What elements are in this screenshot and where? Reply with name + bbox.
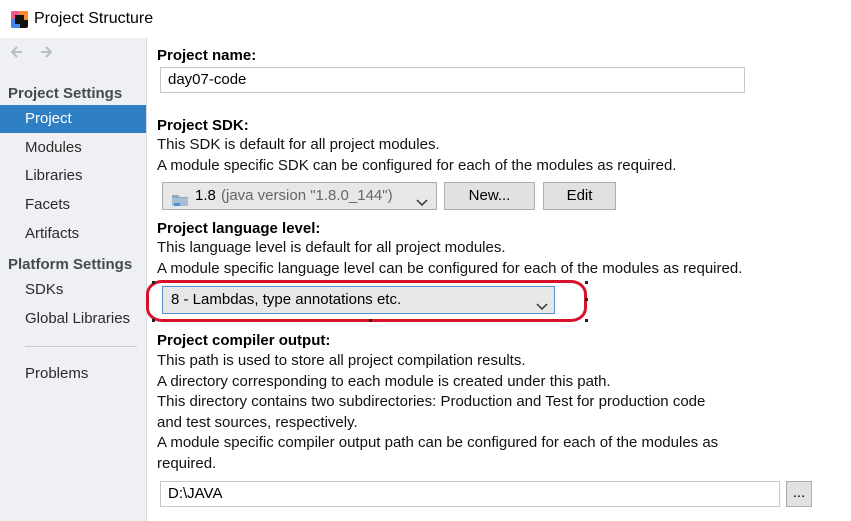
project-sdk-desc-1: This SDK is default for all project modu… bbox=[157, 136, 440, 153]
compiler-output-line-6: required. bbox=[157, 455, 217, 472]
title-bar: Project Structure bbox=[0, 0, 851, 38]
project-sdk-label: Project SDK: bbox=[157, 117, 249, 134]
sdk-version: 1.8 bbox=[195, 187, 216, 204]
language-level-label: Project language level: bbox=[157, 220, 321, 237]
compiler-output-line-5: A module specific compiler output path c… bbox=[157, 434, 719, 451]
browse-button[interactable]: ... bbox=[786, 481, 812, 507]
compiler-output-line-3: This directory contains two subdirectori… bbox=[157, 393, 706, 410]
sidebar-divider bbox=[25, 346, 137, 347]
compiler-output-label: Project compiler output: bbox=[157, 332, 331, 349]
sidebar-item-modules[interactable]: Modules bbox=[0, 134, 146, 162]
selection-handle bbox=[152, 319, 155, 322]
selection-handle bbox=[152, 281, 155, 284]
section-platform-settings: Platform Settings bbox=[8, 256, 133, 273]
project-name-label: Project name: bbox=[157, 47, 257, 64]
project-sdk-desc-2: A module specific SDK can be configured … bbox=[157, 157, 677, 174]
compiler-output-line-2: A directory corresponding to each module… bbox=[157, 373, 611, 390]
selection-handle bbox=[585, 319, 588, 322]
section-project-settings: Project Settings bbox=[8, 85, 123, 102]
sidebar-item-sdks[interactable]: SDKs bbox=[0, 276, 146, 304]
highlight-annotation bbox=[146, 280, 587, 322]
edit-sdk-button[interactable]: Edit bbox=[543, 182, 616, 210]
compiler-output-line-4: and test sources, respectively. bbox=[157, 414, 358, 431]
language-level-desc-2: A module specific language level can be … bbox=[157, 260, 743, 277]
intellij-icon bbox=[11, 11, 28, 28]
sdk-version-detail: (java version "1.8.0_144") bbox=[221, 187, 393, 204]
compiler-output-line-1: This path is used to store all project c… bbox=[157, 352, 526, 369]
arrow-right-icon[interactable] bbox=[36, 42, 56, 62]
sidebar-item-artifacts[interactable]: Artifacts bbox=[0, 220, 146, 248]
sidebar-item-facets[interactable]: Facets bbox=[0, 191, 146, 219]
selection-handle bbox=[585, 281, 588, 284]
window-title: Project Structure bbox=[34, 10, 154, 27]
chevron-down-icon bbox=[416, 191, 428, 217]
arrow-left-icon[interactable] bbox=[8, 42, 28, 62]
sidebar: Project Settings Project Modules Librari… bbox=[0, 38, 147, 521]
sidebar-item-project[interactable]: Project bbox=[0, 105, 146, 133]
folder-icon bbox=[171, 190, 189, 216]
project-sdk-dropdown[interactable]: 1.8 (java version "1.8.0_144") bbox=[162, 182, 437, 210]
language-level-desc-1: This language level is default for all p… bbox=[157, 239, 506, 256]
sidebar-item-libraries[interactable]: Libraries bbox=[0, 162, 146, 190]
sidebar-item-global-libraries[interactable]: Global Libraries bbox=[0, 305, 146, 333]
selection-handle bbox=[369, 319, 372, 322]
project-name-input[interactable]: day07-code bbox=[160, 67, 745, 93]
selection-handle bbox=[585, 298, 588, 301]
compiler-output-path-input[interactable]: D:\JAVA bbox=[160, 481, 780, 507]
new-sdk-button[interactable]: New... bbox=[444, 182, 535, 210]
sidebar-item-problems[interactable]: Problems bbox=[0, 360, 146, 388]
